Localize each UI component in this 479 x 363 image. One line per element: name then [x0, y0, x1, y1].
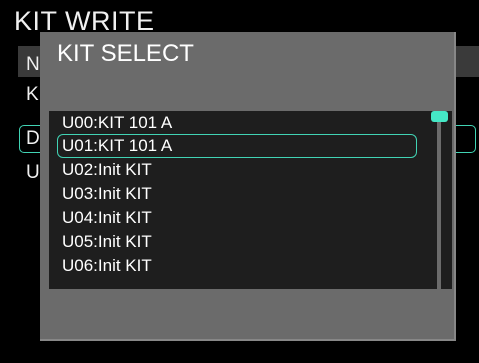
- bg-row-label-u: U: [26, 162, 40, 183]
- scrollbar-thumb[interactable]: [431, 111, 448, 122]
- list-item-u03[interactable]: U03:Init KIT: [62, 182, 152, 206]
- list-item-u04[interactable]: U04:Init KIT: [62, 206, 152, 230]
- list-item-u06[interactable]: U06:Init KIT: [62, 254, 152, 278]
- kit-list[interactable]: U00:KIT 101 A U01:KIT 101 A U02:Init KIT…: [49, 111, 452, 289]
- bg-row-label-n: N: [26, 54, 40, 75]
- list-item-u01[interactable]: U01:KIT 101 A: [62, 134, 172, 158]
- bg-row-label-k: K: [26, 84, 39, 105]
- dialog-title: KIT SELECT: [57, 40, 194, 67]
- kit-select-dialog: KIT SELECT U00:KIT 101 A U01:KIT 101 A U…: [40, 32, 456, 341]
- destination-field-frame-right: [455, 125, 476, 153]
- bg-row-label-d: D: [26, 128, 40, 149]
- scrollbar-track[interactable]: [437, 111, 441, 289]
- list-item-u05[interactable]: U05:Init KIT: [62, 230, 152, 254]
- list-item-u00[interactable]: U00:KIT 101 A: [62, 111, 172, 135]
- list-item-u02[interactable]: U02:Init KIT: [62, 158, 152, 182]
